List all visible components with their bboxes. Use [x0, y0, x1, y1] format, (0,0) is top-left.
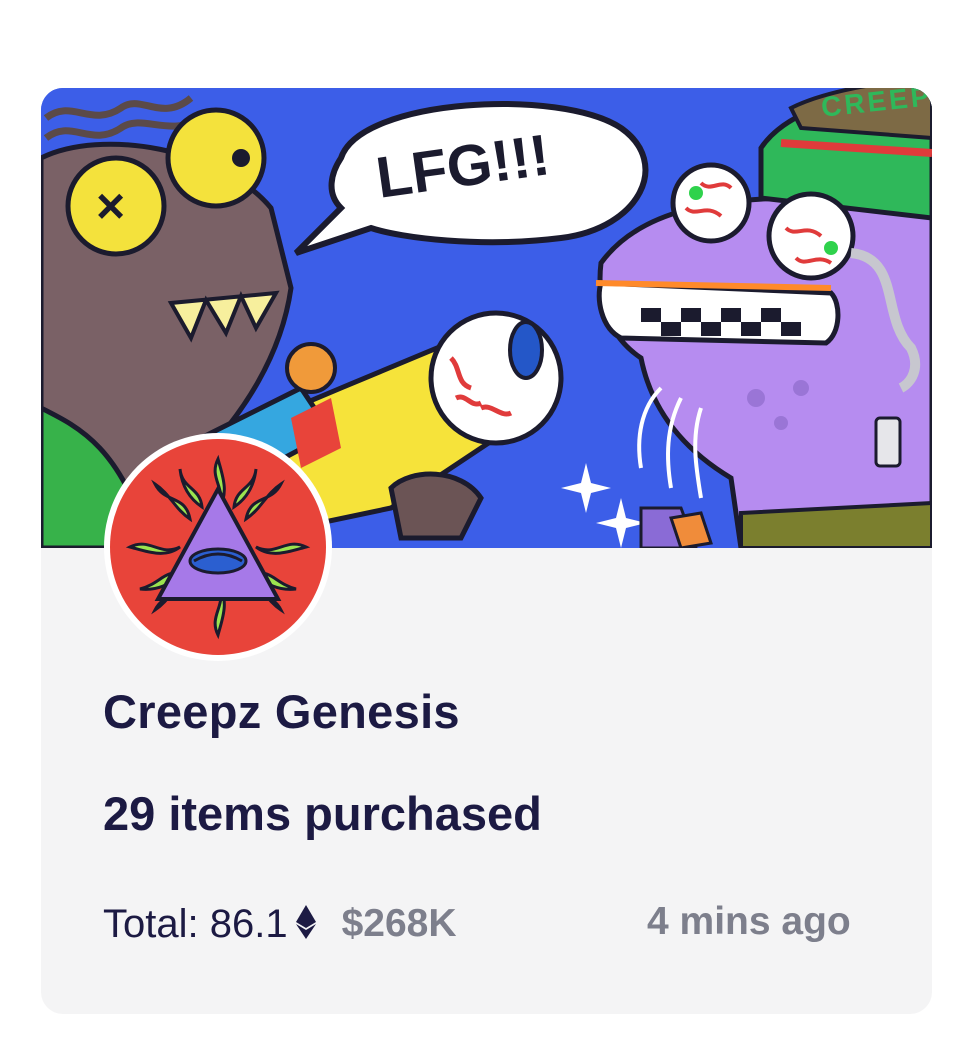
usd-value: $268K — [341, 902, 457, 945]
time-ago: 4 mins ago — [647, 900, 851, 943]
total-value: Total: 86.1 — [103, 901, 288, 946]
collection-card[interactable]: × LFG!!! CREEP Creepz Genesis 29 items p… — [41, 88, 932, 1014]
total-row: Total: 86.1 $268K 4 mins ago — [103, 894, 851, 954]
items-purchased-count: 29 items purchased — [103, 787, 542, 840]
svg-text:×: × — [96, 178, 125, 234]
ethereum-icon — [295, 904, 316, 944]
collection-avatar[interactable] — [104, 433, 332, 661]
collection-name[interactable]: Creepz Genesis — [103, 684, 460, 739]
